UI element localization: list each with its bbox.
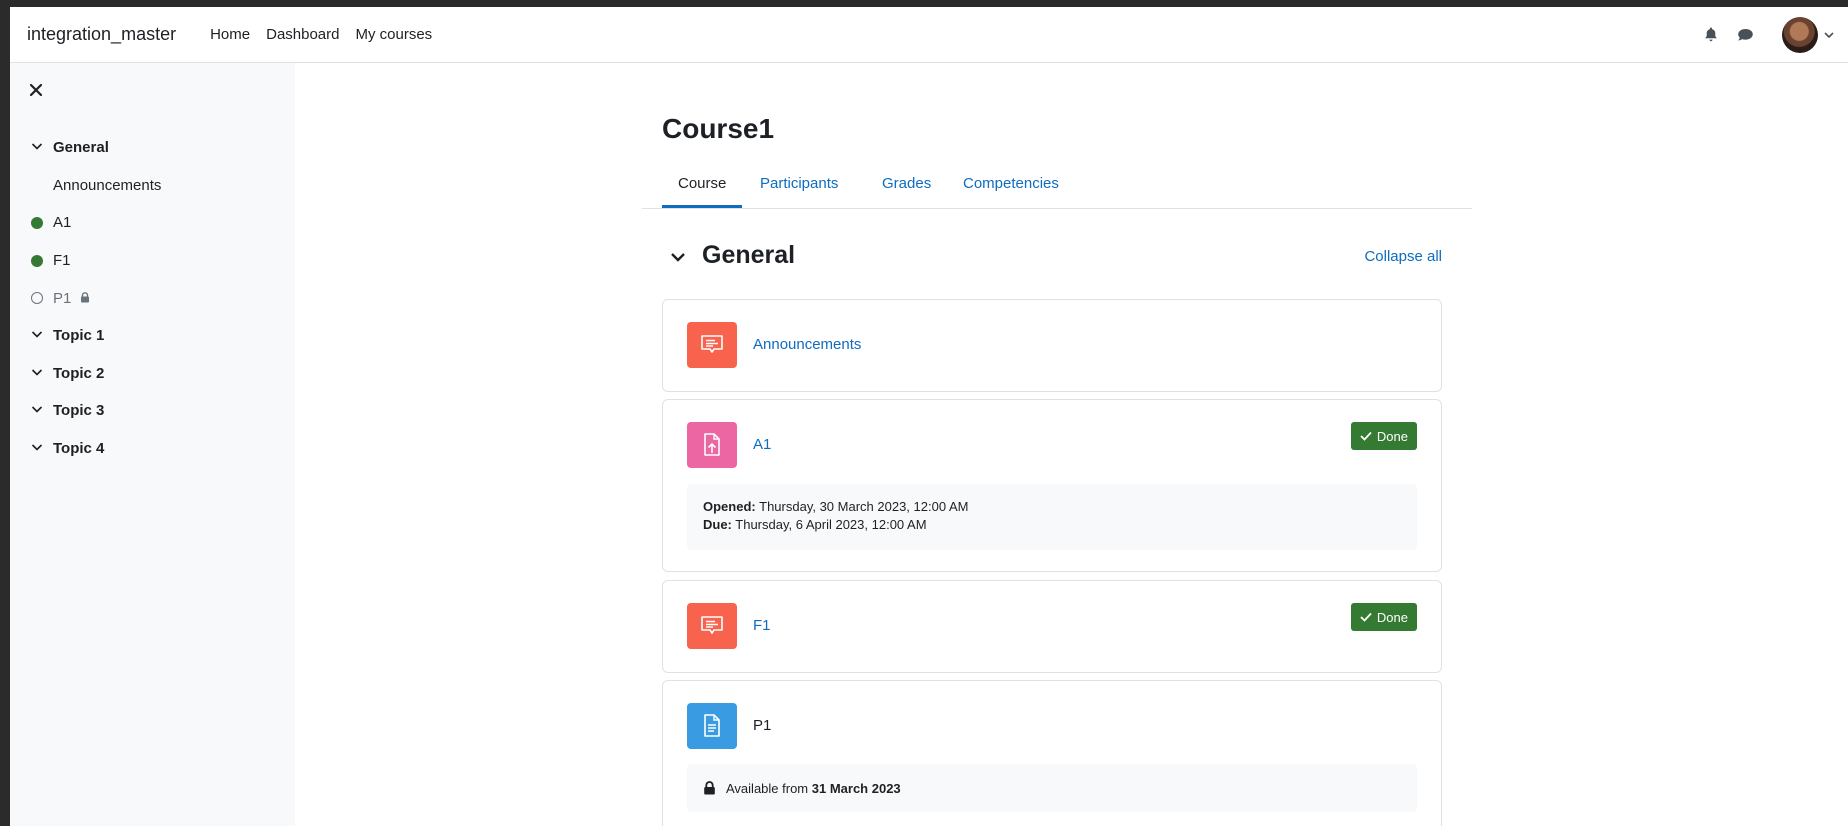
completion-status-badge[interactable]: Done <box>1350 422 1417 450</box>
activity-link[interactable]: F1 <box>753 617 771 634</box>
page-title: Course1 <box>662 113 775 144</box>
activity-dates: Opened: Thursday, 30 March 2023, 12:00 A… <box>687 484 1417 550</box>
availability-restriction: Available from 31 March 2023 <box>687 764 1417 812</box>
chevron-down-icon[interactable] <box>1824 26 1834 44</box>
availability-text: Available from 31 March 2023 <box>726 780 901 796</box>
section-title: General <box>702 241 796 269</box>
chevron-down-icon[interactable] <box>31 141 43 151</box>
nav-dashboard[interactable]: Dashboard <box>266 26 339 43</box>
forum-icon <box>687 603 737 649</box>
check-icon <box>1360 431 1372 441</box>
course-index-item-a1[interactable]: A1 <box>10 204 295 242</box>
section-header-general: General Collapse all <box>662 239 1442 279</box>
forum-icon <box>687 322 737 368</box>
course-index-label: Topic 4 <box>53 440 105 458</box>
chevron-down-icon[interactable] <box>31 404 43 414</box>
close-icon[interactable] <box>29 83 47 101</box>
lock-icon <box>80 291 89 303</box>
course-index-section-topic-2[interactable]: Topic 2 <box>10 355 295 393</box>
tab-competencies[interactable]: Competencies <box>947 161 1075 207</box>
course-index-label: A1 <box>53 214 72 232</box>
check-icon <box>1360 612 1372 622</box>
activity-link[interactable]: Announcements <box>753 336 861 353</box>
nav-home[interactable]: Home <box>210 26 250 43</box>
chevron-down-icon[interactable] <box>31 442 43 452</box>
course-index-drawer: General Announcements A1 F1 P1 Topic 1 T… <box>10 63 295 826</box>
assignment-icon <box>687 422 737 468</box>
course-index-section-topic-4[interactable]: Topic 4 <box>10 430 295 468</box>
collapse-all-link[interactable]: Collapse all <box>1364 248 1442 265</box>
activity-link[interactable]: A1 <box>753 436 771 453</box>
course-index: General Announcements A1 F1 P1 Topic 1 T… <box>10 129 295 467</box>
completion-done-icon <box>31 216 43 229</box>
chevron-down-icon[interactable] <box>670 251 686 263</box>
course-index-section-general[interactable]: General <box>10 129 295 167</box>
activity-card-announcements: Announcements <box>662 299 1442 392</box>
tab-course[interactable]: Course <box>662 161 743 208</box>
course-index-label: Announcements <box>53 176 162 194</box>
lock-icon <box>704 781 715 795</box>
course-index-section-topic-3[interactable]: Topic 3 <box>10 392 295 430</box>
bell-icon[interactable] <box>1702 26 1720 44</box>
main-content: Course1 Course Participants Grades Compe… <box>295 63 1848 826</box>
course-index-label: F1 <box>53 252 71 270</box>
activity-card-f1: F1 Done <box>662 580 1442 673</box>
chevron-down-icon[interactable] <box>31 329 43 339</box>
completion-empty-icon <box>31 292 43 305</box>
completion-status-badge[interactable]: Done <box>1350 603 1417 631</box>
activity-name: P1 <box>753 717 772 734</box>
course-index-label: P1 <box>53 290 90 307</box>
site-name[interactable]: integration_master <box>27 24 176 45</box>
tab-grades[interactable]: Grades <box>866 161 947 207</box>
chevron-down-icon[interactable] <box>31 367 43 377</box>
completion-done-icon <box>31 254 43 267</box>
tab-participants[interactable]: Participants <box>744 161 854 207</box>
page-icon <box>687 703 737 749</box>
user-avatar[interactable] <box>1782 16 1818 53</box>
activity-card-p1: P1 Available from 31 March 2023 <box>662 680 1442 826</box>
opened-date: Opened: Thursday, 30 March 2023, 12:00 A… <box>703 499 969 514</box>
course-index-item-p1[interactable]: P1 <box>10 279 295 317</box>
course-index-label: General <box>53 139 109 157</box>
course-index-section-topic-1[interactable]: Topic 1 <box>10 317 295 355</box>
course-index-item-f1[interactable]: F1 <box>10 242 295 280</box>
course-tabs: Course Participants Grades Competencies <box>642 161 1472 209</box>
app-window: integration_master Home Dashboard My cou… <box>10 7 1848 826</box>
top-navbar: integration_master Home Dashboard My cou… <box>10 7 1848 63</box>
course-index-label: Topic 2 <box>53 364 105 382</box>
nav-my-courses[interactable]: My courses <box>356 26 433 43</box>
course-index-label: Topic 1 <box>53 327 105 345</box>
chat-bubble-icon[interactable] <box>1736 26 1754 44</box>
due-date: Due: Thursday, 6 April 2023, 12:00 AM <box>703 517 927 532</box>
course-index-item-announcements[interactable]: Announcements <box>10 167 295 205</box>
course-index-label: Topic 3 <box>53 402 105 420</box>
activity-card-a1: A1 Done Opened: Thursday, 30 March 2023,… <box>662 399 1442 572</box>
